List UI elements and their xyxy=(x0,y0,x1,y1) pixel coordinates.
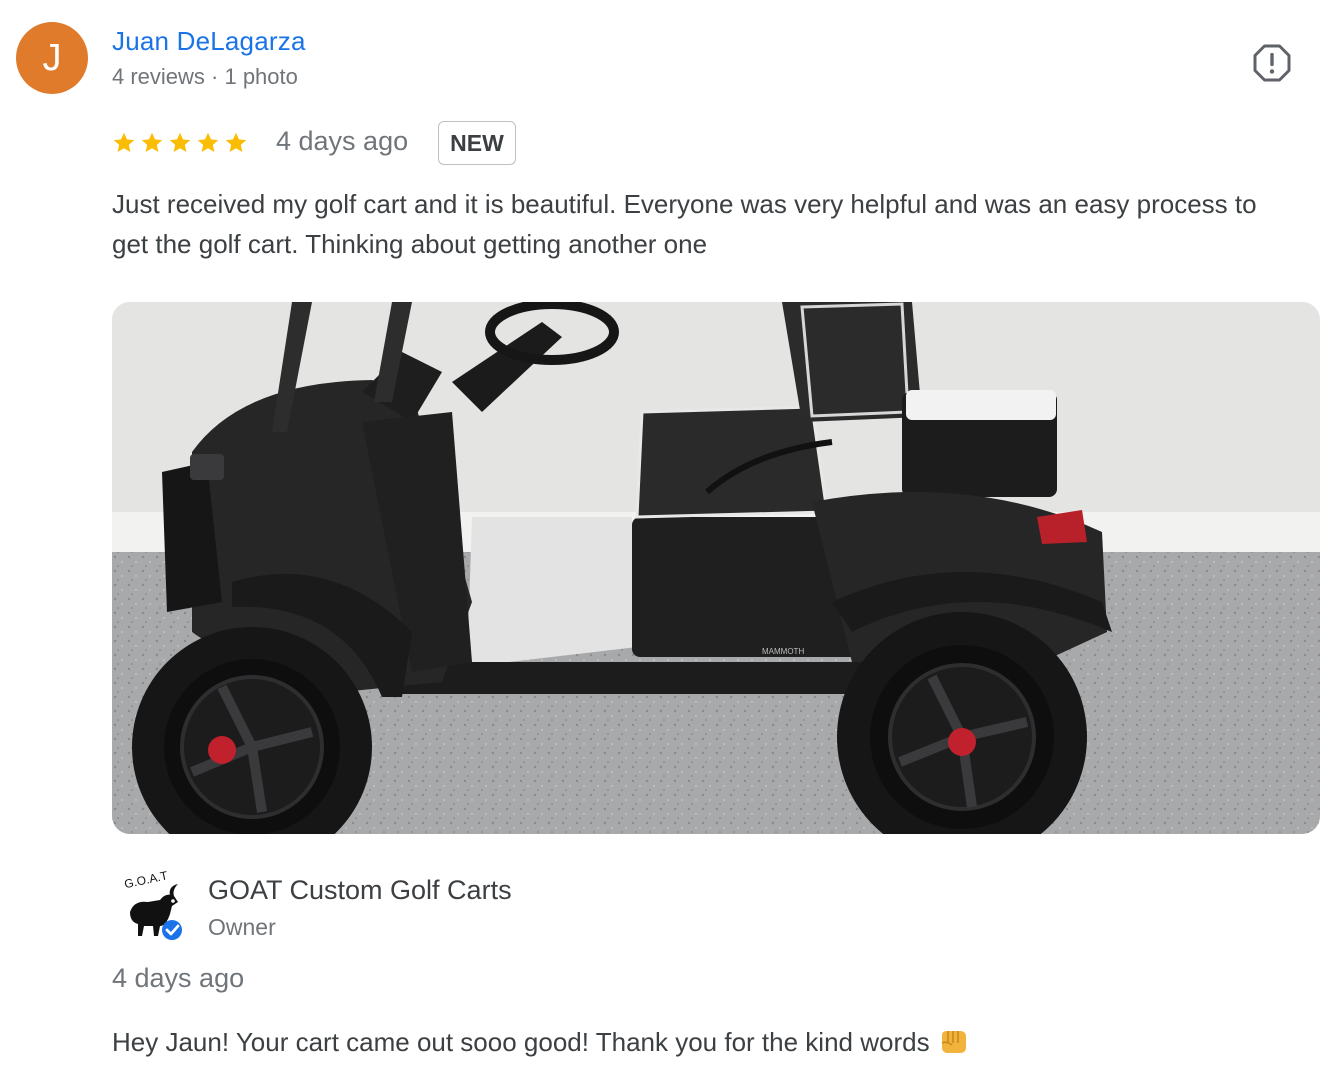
review-text: Just received my golf cart and it is bea… xyxy=(112,189,1257,259)
response-text-body: Hey Jaun! Your cart came out sooo good! … xyxy=(112,1027,930,1057)
owner-role-label: Owner xyxy=(208,914,276,940)
reviewer-name-link[interactable]: Juan DeLagarza xyxy=(112,26,306,57)
star-icon xyxy=(169,132,191,152)
review-photo[interactable]: MAMMOTH xyxy=(112,302,1320,834)
goat-logo-text: G.O.A.T xyxy=(123,870,170,891)
owner-avatar[interactable]: G.O.A.T xyxy=(120,868,194,944)
reviewer-avatar[interactable]: J xyxy=(16,22,88,94)
review-date: 4 days ago xyxy=(276,126,409,156)
star-icon xyxy=(113,132,135,152)
cart-brand-label: MAMMOTH xyxy=(762,647,804,656)
star-icon xyxy=(141,132,163,152)
response-date: 4 days ago xyxy=(112,963,245,993)
owner-business-name[interactable]: GOAT Custom Golf Carts xyxy=(208,875,512,906)
owner-response-text: Hey Jaun! Your cart came out sooo good! … xyxy=(112,1027,968,1058)
star-rating xyxy=(112,128,248,158)
goat-logo-icon: G.O.A.T xyxy=(123,868,182,940)
oncoming-fist-icon xyxy=(941,1031,966,1053)
report-icon xyxy=(1253,44,1291,82)
star-icon xyxy=(197,132,219,152)
report-review-button[interactable] xyxy=(1252,43,1292,83)
reviewer-meta: 4 reviews · 1 photo xyxy=(112,64,298,89)
golf-cart-image: MAMMOTH xyxy=(112,302,1320,834)
star-icon xyxy=(225,132,247,152)
new-badge: NEW xyxy=(438,121,516,165)
